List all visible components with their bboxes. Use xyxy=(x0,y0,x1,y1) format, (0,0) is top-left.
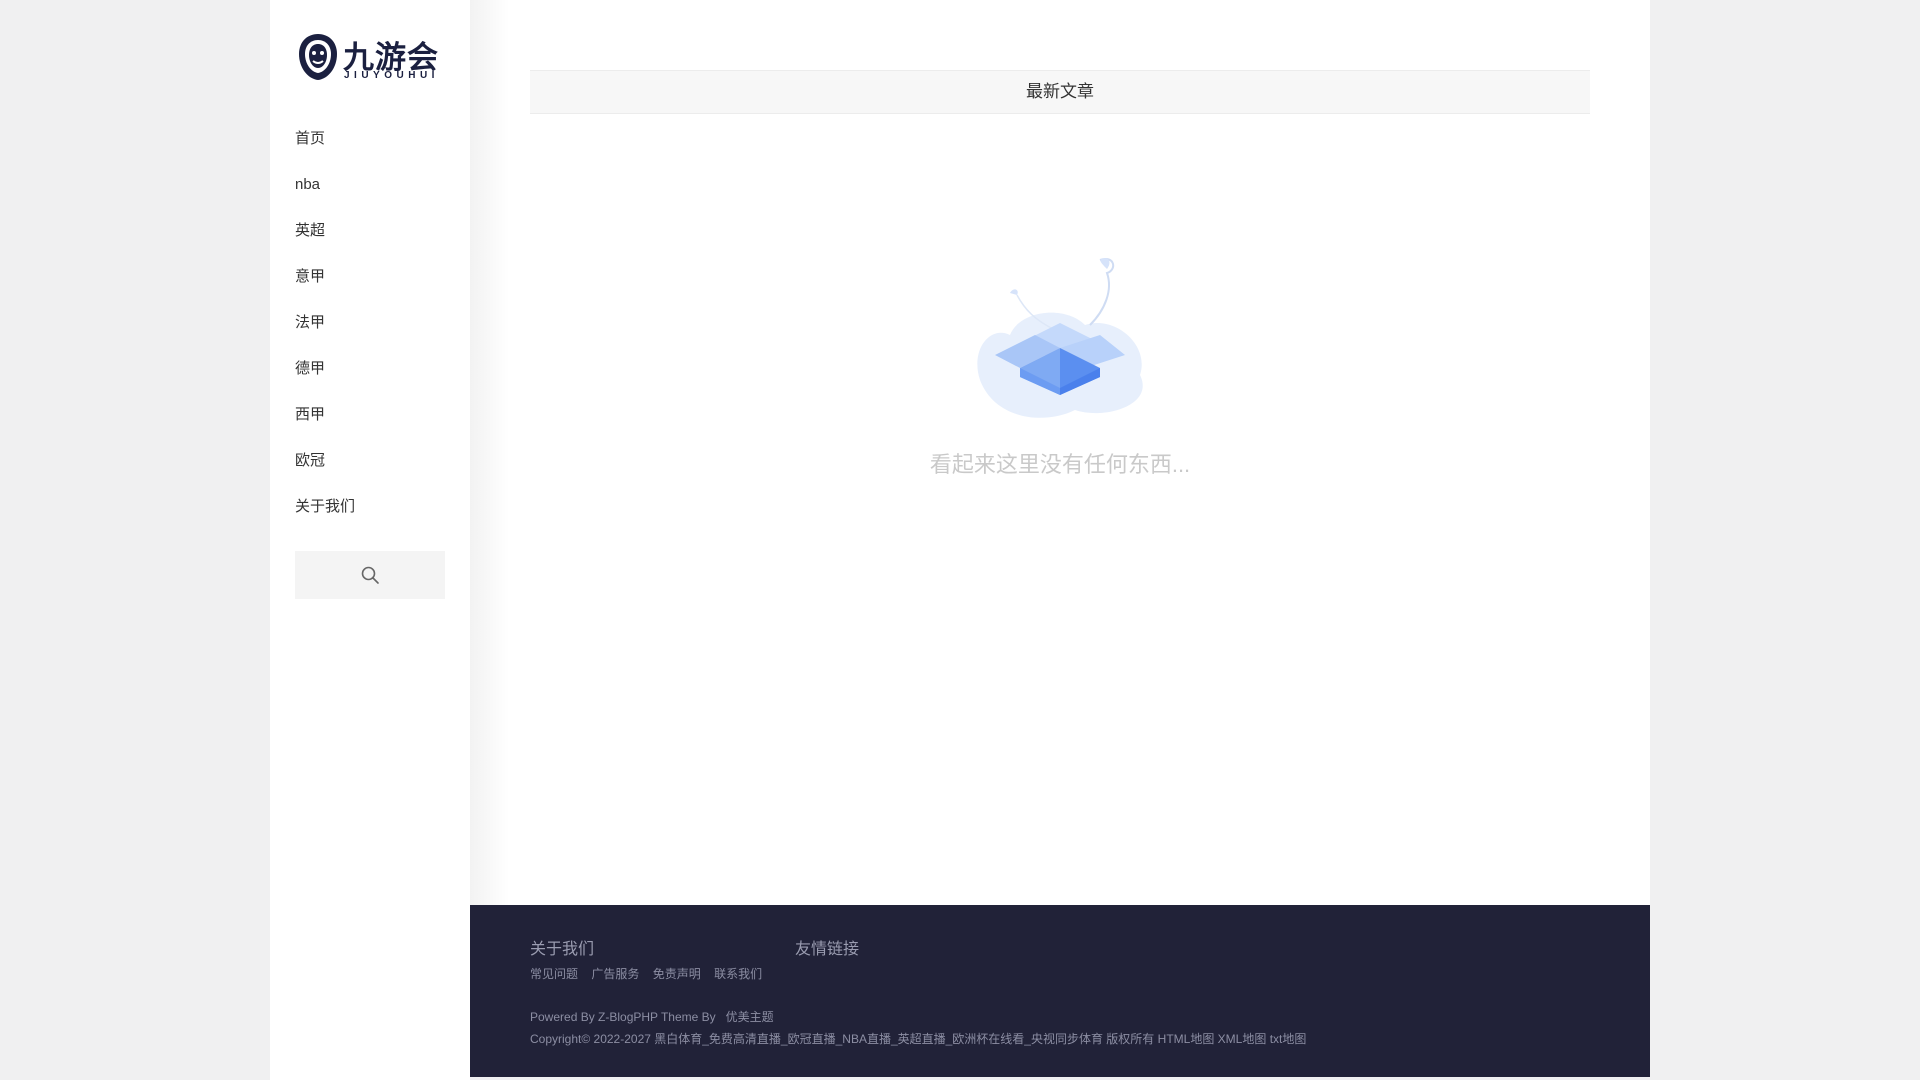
footer: 关于我们 友情链接 常见问题 广告服务 免责声明 联系我们 Powered By… xyxy=(470,905,1650,1077)
nav-item-la-liga[interactable]: 西甲 xyxy=(270,392,470,438)
main-left-shadow xyxy=(470,0,510,905)
theme-author-link[interactable]: 优美主题 xyxy=(726,1010,774,1024)
lion-emblem-icon xyxy=(299,34,337,80)
main-nav: 首页 nba 英超 意甲 法甲 德甲 西甲 欧冠 关于我们 xyxy=(270,116,470,530)
search-button[interactable] xyxy=(295,551,445,599)
sitemap-txt-link[interactable]: txt地图 xyxy=(1270,1032,1307,1046)
footer-link-faq[interactable]: 常见问题 xyxy=(530,967,578,981)
sitemap-html-link[interactable]: HTML地图 xyxy=(1158,1032,1215,1046)
footer-link-disclaimer[interactable]: 免责声明 xyxy=(653,967,701,981)
copyright-text: Copyright© 2022-2027 黑白体育_免费高清直播_欧冠直播_NB… xyxy=(530,1032,1155,1046)
nav-item-serie-a[interactable]: 意甲 xyxy=(270,254,470,300)
sidebar: 九游会 JIUYOUHUI 首页 nba 英超 意甲 法甲 德甲 西甲 欧冠 关… xyxy=(270,0,470,1080)
footer-link-ads[interactable]: 广告服务 xyxy=(591,967,639,981)
nav-item-nba[interactable]: nba xyxy=(270,162,470,208)
main-content: 最新文章 看起来这里没有任何东西... xyxy=(470,0,1650,905)
sitemap-xml-link[interactable]: XML地图 xyxy=(1218,1032,1267,1046)
empty-message: 看起来这里没有任何东西... xyxy=(929,452,1191,477)
nav-item-about-us[interactable]: 关于我们 xyxy=(270,484,470,530)
powered-by-text: Powered By Z-BlogPHP Theme By xyxy=(530,1010,716,1024)
nav-item-home[interactable]: 首页 xyxy=(270,116,470,162)
empty-box-illustration xyxy=(977,258,1143,418)
search-icon xyxy=(361,566,379,584)
footer-friend-links-title: 友情链接 xyxy=(795,941,860,958)
site-logo[interactable]: 九游会 JIUYOUHUI xyxy=(297,32,439,84)
footer-link-contact[interactable]: 联系我们 xyxy=(714,967,762,981)
nav-item-bundesliga[interactable]: 德甲 xyxy=(270,346,470,392)
nav-item-premier-league[interactable]: 英超 xyxy=(270,208,470,254)
section-title: 最新文章 xyxy=(530,70,1590,114)
footer-copyright: Copyright© 2022-2027 黑白体育_免费高清直播_欧冠直播_NB… xyxy=(530,1030,1306,1047)
nav-item-champions-league[interactable]: 欧冠 xyxy=(270,438,470,484)
footer-powered-by: Powered By Z-BlogPHP Theme By 优美主题 xyxy=(530,1008,774,1025)
footer-about-title: 关于我们 xyxy=(530,941,595,958)
nav-item-ligue-1[interactable]: 法甲 xyxy=(270,300,470,346)
footer-about-links: 常见问题 广告服务 免责声明 联系我们 xyxy=(530,965,772,982)
logo-english-text: JIUYOUHUI xyxy=(344,70,439,81)
